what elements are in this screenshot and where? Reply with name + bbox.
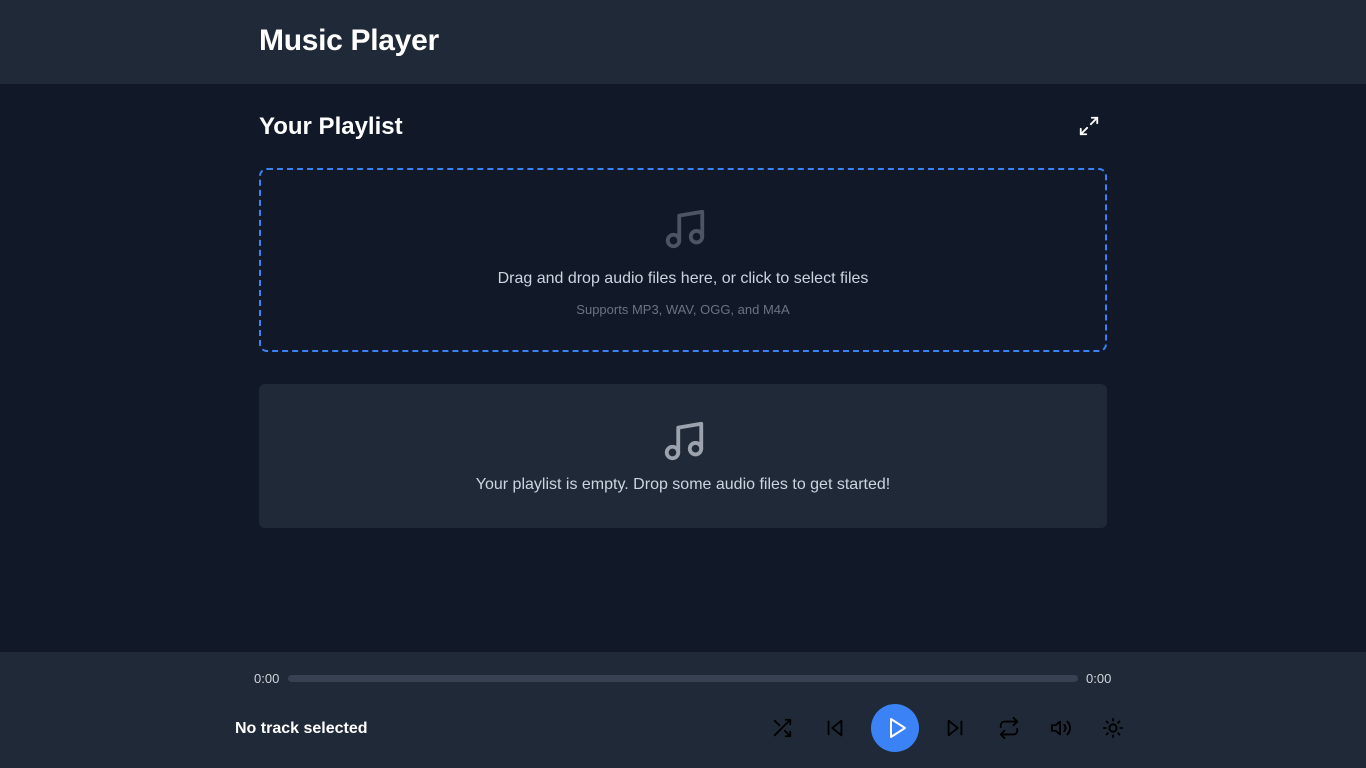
next-button[interactable] — [939, 712, 971, 744]
top-bar: Music Player — [0, 0, 1366, 84]
total-time: 0:00 — [1086, 671, 1112, 686]
play-button[interactable] — [871, 704, 919, 752]
progress-bar[interactable] — [288, 675, 1078, 682]
repeat-button[interactable] — [993, 712, 1025, 744]
theme-toggle-button[interactable] — [1097, 712, 1129, 744]
dropzone-instructions: Drag and drop audio files here, or click… — [497, 270, 869, 287]
empty-playlist-message: Your playlist is empty. Drop some audio … — [475, 476, 891, 493]
previous-icon — [827, 719, 843, 737]
play-icon — [889, 718, 906, 738]
next-icon — [947, 719, 963, 737]
previous-button[interactable] — [819, 712, 851, 744]
supported-formats: Supports MP3, WAV, OGG, and M4A — [576, 302, 790, 317]
shuffle-button[interactable] — [766, 712, 798, 744]
current-time: 0:00 — [254, 671, 280, 686]
shuffle-icon — [773, 718, 792, 738]
empty-playlist-card: Your playlist is empty. Drop some audio … — [259, 384, 1107, 528]
expand-icon — [1079, 116, 1099, 136]
repeat-icon — [999, 717, 1019, 739]
playlist-title: Your Playlist — [259, 113, 403, 140]
player-bar: 0:00 0:00 No track selected — [0, 652, 1366, 768]
track-name: No track selected — [235, 720, 368, 737]
volume-button[interactable] — [1045, 712, 1077, 744]
file-dropzone[interactable]: Drag and drop audio files here, or click… — [259, 168, 1107, 352]
expand-button[interactable] — [1076, 113, 1102, 139]
music-note-icon — [664, 421, 704, 461]
app-title: Music Player — [259, 24, 439, 57]
sun-icon — [1102, 717, 1124, 739]
music-note-icon — [665, 209, 705, 249]
volume-icon — [1050, 720, 1071, 736]
